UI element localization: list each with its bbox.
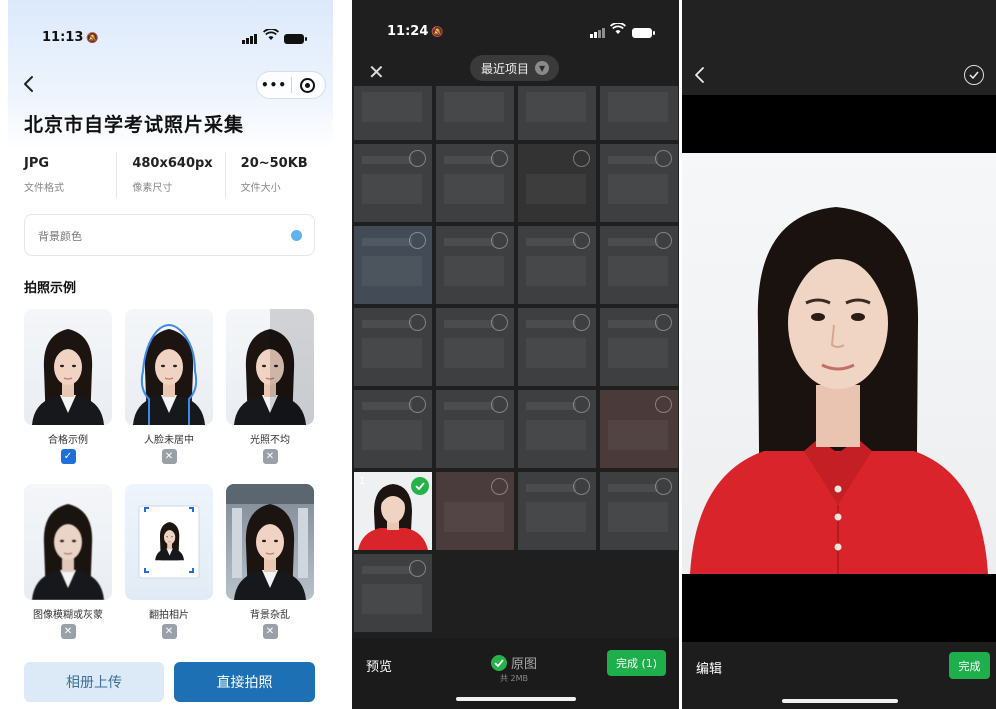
album-upload-button[interactable]: 相册上传 [24, 662, 164, 702]
status-bar: 11:24 🔕 [352, 22, 679, 42]
original-image-toggle[interactable]: 原图 [491, 653, 537, 672]
cellular-signal-icon [590, 28, 605, 38]
done-button[interactable]: 完成 (1) [607, 650, 666, 676]
battery-icon [284, 34, 307, 44]
cross-icon: ✕ [262, 449, 278, 464]
photo-thumbnail[interactable] [436, 144, 514, 222]
original-label: 原图 [511, 657, 538, 672]
spec-pixel-size: 480x640px 像素尺寸 [116, 150, 224, 202]
photo-thumbnail[interactable] [518, 308, 596, 386]
background-color-field[interactable]: 背景颜色 [24, 214, 315, 256]
cellular-signal-icon [242, 34, 257, 44]
portrait-sample-image [24, 484, 112, 600]
cross-icon: ✕ [60, 624, 76, 639]
photo-thumbnail[interactable] [436, 308, 514, 386]
status-time: 11:24 🔕 [387, 24, 444, 39]
portrait-sample-image [125, 484, 213, 600]
example-card-uneven-lighting: 光照不均 ✕ [226, 309, 314, 464]
photo-thumbnail[interactable] [600, 226, 678, 304]
example-card-blurry: 图像模糊或灰蒙 ✕ [24, 484, 112, 639]
photo-thumbnail[interactable] [354, 86, 432, 140]
example-card-cluttered-background: 背景杂乱 ✕ [226, 484, 314, 639]
home-indicator [782, 699, 898, 703]
wifi-icon [609, 22, 627, 39]
portrait-sample-image [226, 309, 314, 425]
photo-collection-screen: 11:13 🔕 ••• 北京市自学考试照片采集 JPG 文件格式 480x640p… [8, 0, 333, 709]
example-card-qualified: 合格示例 ✓ [24, 309, 112, 464]
photo-preview-screen: 编辑 完成 [682, 0, 996, 709]
preview-button[interactable]: 预览 [366, 656, 392, 675]
close-mini-program-icon[interactable] [300, 77, 315, 93]
photo-thumbnail[interactable] [600, 472, 678, 550]
album-title: 最近项目 [481, 61, 530, 76]
photo-thumbnail[interactable] [518, 472, 596, 550]
portrait-sample-image [24, 309, 112, 425]
close-icon[interactable]: ✕ [368, 60, 385, 84]
selection-order: 1 [359, 476, 366, 487]
battery-icon [632, 28, 655, 38]
original-size: 共 2MB [500, 674, 529, 683]
portrait-photo [682, 153, 996, 574]
photo-thumbnail[interactable] [518, 86, 596, 140]
home-indicator [456, 697, 576, 701]
cross-icon: ✕ [161, 449, 177, 464]
example-card-rephotographed: 翻拍相片 ✕ [125, 484, 213, 639]
take-photo-button[interactable]: 直接拍照 [174, 662, 315, 702]
photo-thumbnail[interactable] [436, 472, 514, 550]
mini-program-capsule: ••• [256, 71, 326, 99]
spec-file-size: 20~50KB 文件大小 [224, 150, 333, 202]
photo-thumbnail[interactable] [354, 554, 432, 632]
photo-thumbnail[interactable] [436, 226, 514, 304]
photo-thumbnail[interactable] [600, 308, 678, 386]
album-selector[interactable]: 最近项目 ▼ [470, 55, 560, 81]
status-time: 11:13 🔕 [42, 30, 99, 45]
selected-check-icon [411, 477, 429, 495]
background-color-label: 背景颜色 [38, 230, 82, 243]
preview-bottom-bar: 编辑 完成 [682, 642, 996, 709]
back-arrow-icon[interactable] [22, 75, 36, 93]
wifi-icon [262, 28, 280, 45]
done-button[interactable]: 完成 [949, 652, 990, 679]
album-picker-screen: 11:24 🔕 ✕ 最近项目 ▼ 1 预览 原图 共 2MB 完成 (1) [352, 0, 679, 709]
photo-thumbnail[interactable] [600, 86, 678, 140]
photo-thumbnail[interactable] [436, 390, 514, 468]
photo-thumbnail-selected[interactable]: 1 [354, 472, 432, 550]
photo-thumbnail[interactable] [518, 144, 596, 222]
section-title: 拍照示例 [24, 281, 77, 296]
photo-thumbnail[interactable] [354, 308, 432, 386]
photo-thumbnail[interactable] [436, 86, 514, 140]
photo-thumbnail[interactable] [600, 144, 678, 222]
picker-bottom-bar: 预览 原图 共 2MB 完成 (1) [352, 638, 679, 709]
check-icon: ✓ [60, 449, 76, 464]
photo-thumbnail[interactable] [354, 144, 432, 222]
example-card-face-off-center: 人脸未居中 ✕ [125, 309, 213, 464]
select-check-icon[interactable] [964, 65, 984, 85]
page-title: 北京市自学考试照片采集 [24, 114, 245, 136]
photo-spec-row: JPG 文件格式 480x640px 像素尺寸 20~50KB 文件大小 [8, 150, 333, 202]
portrait-sample-image [226, 484, 314, 600]
spec-format: JPG 文件格式 [24, 156, 64, 194]
photo-thumbnail[interactable] [518, 390, 596, 468]
preview-top-bar [682, 0, 996, 95]
photo-thumbnail[interactable] [518, 226, 596, 304]
mute-bell-icon: 🔕 [431, 27, 444, 38]
photo-thumbnail[interactable] [600, 390, 678, 468]
original-check-icon [491, 654, 507, 671]
portrait-sample-image [125, 309, 213, 425]
photo-thumbnail[interactable] [354, 390, 432, 468]
status-bar: 11:13 🔕 [8, 28, 333, 48]
cross-icon: ✕ [161, 624, 177, 639]
chevron-down-icon: ▼ [535, 61, 550, 75]
photo-thumbnail[interactable] [354, 226, 432, 304]
cross-icon: ✕ [262, 624, 278, 639]
photo-grid: 1 [354, 86, 679, 638]
more-menu-icon[interactable]: ••• [257, 78, 291, 92]
mute-bell-icon: 🔕 [86, 33, 99, 44]
background-color-swatch [291, 230, 302, 241]
back-arrow-icon[interactable] [694, 66, 706, 84]
edit-button[interactable]: 编辑 [696, 658, 722, 677]
